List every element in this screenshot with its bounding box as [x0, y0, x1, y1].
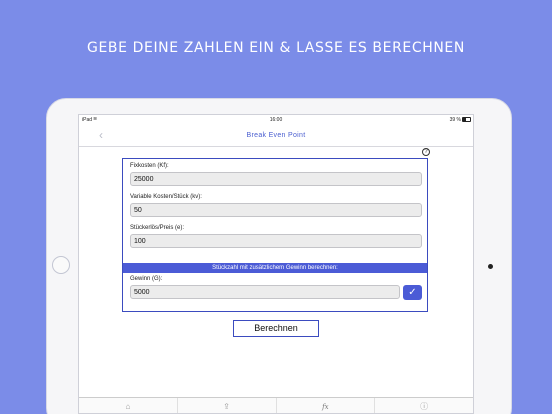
input-form: Fixkosten (Kf): 25000 Variable Kosten/St…	[122, 158, 428, 312]
battery-icon	[462, 117, 471, 122]
battery-percent: 39 %	[449, 117, 461, 123]
preis-field[interactable]: 100	[130, 234, 422, 248]
share-icon[interactable]: ⇪	[178, 398, 277, 413]
formula-tab[interactable]: fx	[277, 398, 376, 413]
info-icon[interactable]: ⓘ	[375, 398, 473, 413]
variable-kosten-label: Variable Kosten/Stück (kv):	[130, 194, 202, 200]
home-icon[interactable]: ⌂	[79, 398, 178, 413]
page-title: Break Even Point	[246, 132, 306, 139]
help-icon[interactable]: ?	[422, 148, 430, 156]
gewinn-section-bar: Stückzahl mit zusätzlichem Gewinn berech…	[123, 263, 427, 273]
preis-label: Stückerlös/Preis (e):	[130, 225, 185, 231]
camera-dot-icon	[488, 264, 493, 269]
app-screen: iPad ≋ 16:00 39 % ‹ Break Even Point ? F…	[78, 114, 474, 414]
berechnen-button[interactable]: Berechnen	[233, 320, 319, 337]
checkmark-icon: ✓	[408, 287, 417, 298]
home-button-icon	[52, 256, 70, 274]
status-bar: iPad ≋ 16:00 39 %	[79, 115, 473, 125]
gewinn-field[interactable]: 5000	[130, 285, 400, 299]
gewinn-label: Gewinn (G):	[130, 276, 163, 282]
navigation-bar: ‹ Break Even Point	[79, 125, 473, 147]
status-time: 16:00	[269, 117, 283, 123]
headline: GEBE DEINE ZAHLEN EIN & LASSE ES BERECHN…	[87, 40, 465, 56]
variable-kosten-field[interactable]: 50	[130, 203, 422, 217]
tab-bar: ⌂ ⇪ fx ⓘ	[79, 397, 473, 413]
fixkosten-field[interactable]: 25000	[130, 172, 422, 186]
fixkosten-label: Fixkosten (Kf):	[130, 163, 169, 169]
gewinn-checkbox[interactable]: ✓	[403, 285, 422, 300]
